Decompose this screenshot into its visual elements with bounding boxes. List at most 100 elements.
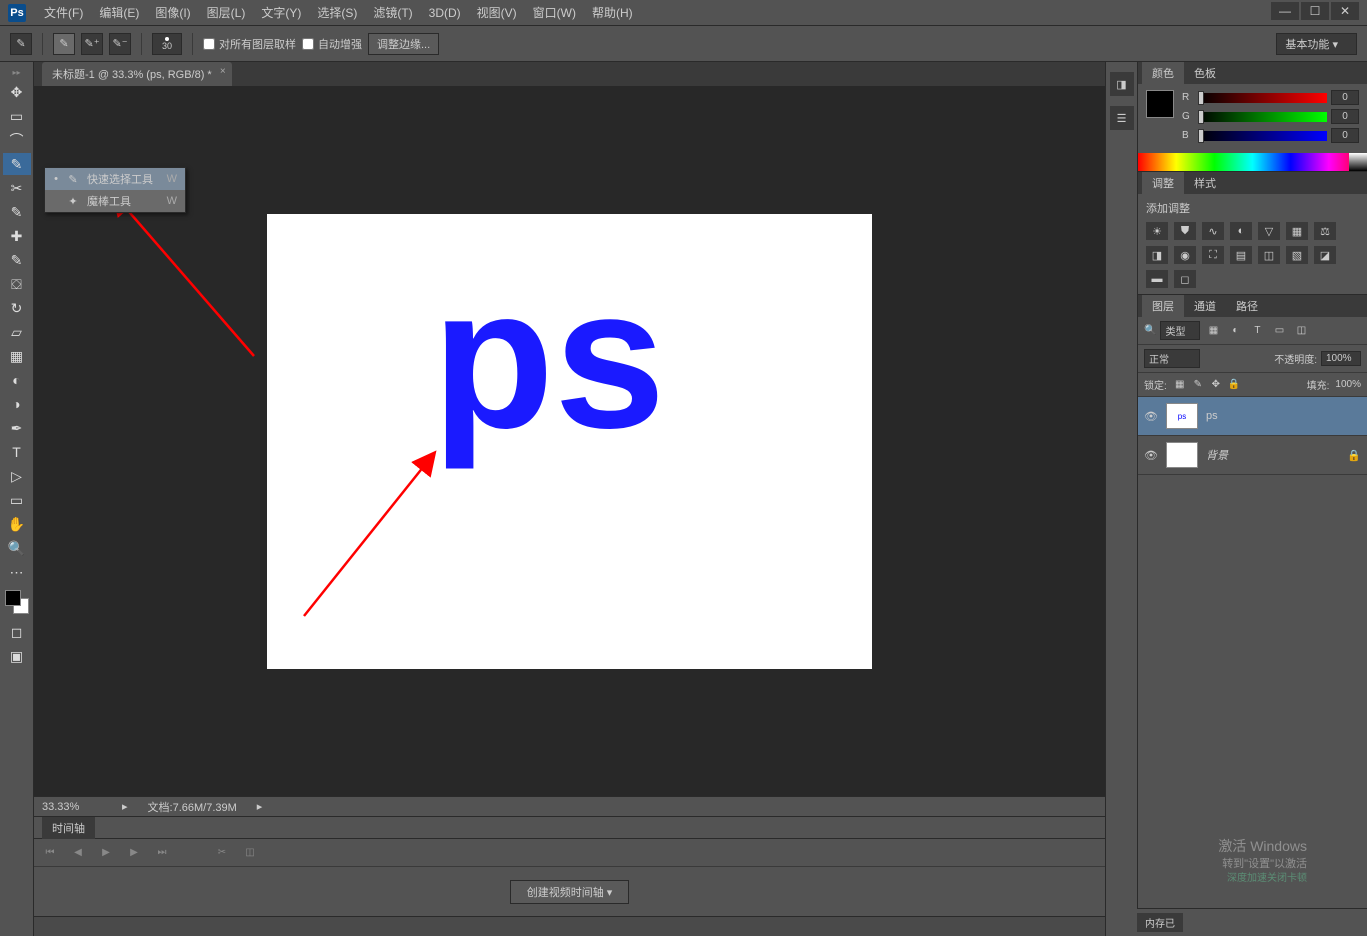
brush-tool[interactable]: ✎ [3,249,31,271]
zoom-level[interactable]: 33.33% [42,801,102,813]
eraser-tool[interactable]: ▱ [3,321,31,343]
visibility-icon[interactable]: 👁 [1144,410,1158,423]
minimize-button[interactable]: — [1271,2,1299,20]
adjustments-tab[interactable]: 调整 [1142,172,1184,194]
gradient-map-icon[interactable]: ▬ [1146,270,1168,288]
sample-all-layers-checkbox[interactable]: 对所有图层取样 [203,36,296,52]
lasso-tool[interactable]: ⌒ [3,129,31,151]
filter-smart-icon[interactable]: ◫ [1292,323,1310,339]
menu-edit[interactable]: 编辑(E) [91,0,147,25]
toolbox-expand-icon[interactable]: ▸▸ [0,68,33,80]
lock-pixels-icon[interactable]: ✎ [1191,378,1205,392]
g-slider[interactable] [1198,112,1327,122]
exposure-icon[interactable]: ◐ [1230,222,1252,240]
foreground-color[interactable] [5,590,21,606]
history-brush-tool[interactable]: ↻ [3,297,31,319]
blend-mode-dropdown[interactable]: 正常 [1144,349,1200,368]
photo-filter-icon[interactable]: ◉ [1174,246,1196,264]
color-swatch[interactable] [5,590,29,614]
brightness-icon[interactable]: ☀ [1146,222,1168,240]
lock-transparent-icon[interactable]: ▦ [1173,378,1187,392]
threshold-icon[interactable]: ◪ [1314,246,1336,264]
timeline-tab[interactable]: 时间轴 [42,817,95,839]
vibrance-icon[interactable]: ▽ [1258,222,1280,240]
bw-icon[interactable]: ◨ [1146,246,1168,264]
lock-position-icon[interactable]: ✥ [1209,378,1223,392]
canvas[interactable]: ps [267,214,872,669]
g-value[interactable]: 0 [1331,109,1359,124]
menu-filter[interactable]: 滤镜(T) [365,0,420,25]
menu-type[interactable]: 文字(Y) [253,0,309,25]
move-tool[interactable]: ✥ [3,81,31,103]
layer-item[interactable]: 👁 背景 🔒 [1138,436,1367,475]
transition-icon[interactable]: ◫ [242,845,258,861]
workspace-dropdown[interactable]: 基本功能 ▾ [1276,33,1357,55]
refine-edge-button[interactable]: 调整边缘... [368,33,439,55]
menu-image[interactable]: 图像(I) [147,0,198,25]
go-start-icon[interactable]: ⏮ [42,845,58,861]
close-button[interactable]: ✕ [1331,2,1359,20]
create-timeline-button[interactable]: 创建视频时间轴 ▾ [510,880,630,904]
menu-3d[interactable]: 3D(D) [421,2,469,24]
document-tab[interactable]: 未标题-1 @ 33.3% (ps, RGB/8) * × [42,62,232,86]
type-tool[interactable]: T [3,441,31,463]
blur-tool[interactable]: ◐ [3,369,31,391]
menu-window[interactable]: 窗口(W) [525,0,584,25]
quick-mask-tool[interactable]: ◻ [3,621,31,643]
r-slider[interactable] [1198,93,1327,103]
chevron-icon[interactable]: ▸ [257,800,263,813]
pen-tool[interactable]: ✒ [3,417,31,439]
r-value[interactable]: 0 [1331,90,1359,105]
swatches-tab[interactable]: 色板 [1184,62,1226,84]
go-end-icon[interactable]: ⏭ [154,845,170,861]
zoom-tool[interactable]: 🔍 [3,537,31,559]
crop-tool[interactable]: ✂ [3,177,31,199]
filter-type-icon[interactable]: T [1248,323,1266,339]
invert-icon[interactable]: ◫ [1258,246,1280,264]
filter-pixel-icon[interactable]: ▦ [1204,323,1222,339]
layer-item[interactable]: 👁 ps ps [1138,397,1367,436]
marquee-tool[interactable]: ▭ [3,105,31,127]
edit-toolbar[interactable]: ⋯ [3,561,31,583]
maximize-button[interactable]: ☐ [1301,2,1329,20]
play-icon[interactable]: ▶ [98,845,114,861]
channel-mixer-icon[interactable]: ⛶ [1202,246,1224,264]
healing-tool[interactable]: ✚ [3,225,31,247]
lookup-icon[interactable]: ▤ [1230,246,1252,264]
scissors-icon[interactable]: ✂ [214,845,230,861]
menu-select[interactable]: 选择(S) [309,0,365,25]
color-preview[interactable] [1146,90,1174,118]
shape-tool[interactable]: ▭ [3,489,31,511]
lock-all-icon[interactable]: 🔒 [1227,378,1241,392]
selective-icon[interactable]: ◻ [1174,270,1196,288]
menu-help[interactable]: 帮助(H) [584,0,641,25]
layer-thumbnail[interactable] [1166,442,1198,468]
add-selection-icon[interactable]: ✎⁺ [81,33,103,55]
history-panel-icon[interactable]: ◨ [1110,72,1134,96]
color-spectrum[interactable] [1138,153,1367,171]
prev-frame-icon[interactable]: ◀ [70,845,86,861]
menu-view[interactable]: 视图(V) [469,0,525,25]
opacity-value[interactable]: 100% [1321,351,1361,366]
quick-selection-tool[interactable]: ✎ [3,153,31,175]
next-frame-icon[interactable]: ▶ [126,845,142,861]
close-tab-icon[interactable]: × [220,66,226,77]
path-selection-tool[interactable]: ▷ [3,465,31,487]
layer-thumbnail[interactable]: ps [1166,403,1198,429]
hand-tool[interactable]: ✋ [3,513,31,535]
subtract-selection-icon[interactable]: ✎⁻ [109,33,131,55]
b-slider[interactable] [1198,131,1327,141]
tool-preset-icon[interactable]: ✎ [10,33,32,55]
dodge-tool[interactable]: ◑ [3,393,31,415]
filter-shape-icon[interactable]: ▭ [1270,323,1288,339]
flyout-quick-selection[interactable]: • ✎ 快速选择工具 W [45,168,185,190]
levels-icon[interactable]: ⛊ [1174,222,1196,240]
eyedropper-tool[interactable]: ✎ [3,201,31,223]
flyout-magic-wand[interactable]: ✦ 魔棒工具 W [45,190,185,212]
screen-mode-tool[interactable]: ▣ [3,645,31,667]
balance-icon[interactable]: ⚖ [1314,222,1336,240]
styles-tab[interactable]: 样式 [1184,172,1226,194]
color-tab[interactable]: 颜色 [1142,62,1184,84]
hue-icon[interactable]: ▦ [1286,222,1308,240]
paths-tab[interactable]: 路径 [1226,295,1268,317]
